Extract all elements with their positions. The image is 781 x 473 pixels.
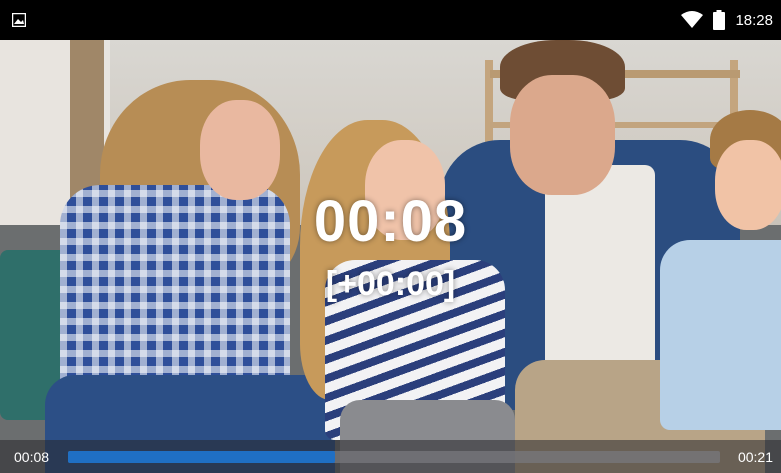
seek-delta-overlay: [+00:00] — [325, 265, 456, 303]
playback-controls: 00:08 00:21 — [0, 440, 781, 473]
status-time: 18:28 — [735, 11, 773, 29]
status-bar: 18:28 — [0, 0, 781, 40]
video-frame[interactable]: 00:08 [+00:00] — [0, 40, 781, 473]
seek-time-overlay: 00:08 — [313, 189, 468, 254]
current-time-label: 00:08 — [14, 449, 50, 465]
seek-bar-progress — [68, 451, 336, 463]
image-icon — [12, 13, 26, 27]
seek-bar[interactable] — [68, 451, 720, 463]
status-right-group: 18:28 — [681, 0, 773, 40]
wifi-icon — [681, 11, 704, 28]
total-time-label: 00:21 — [737, 449, 773, 465]
battery-icon — [713, 10, 726, 30]
